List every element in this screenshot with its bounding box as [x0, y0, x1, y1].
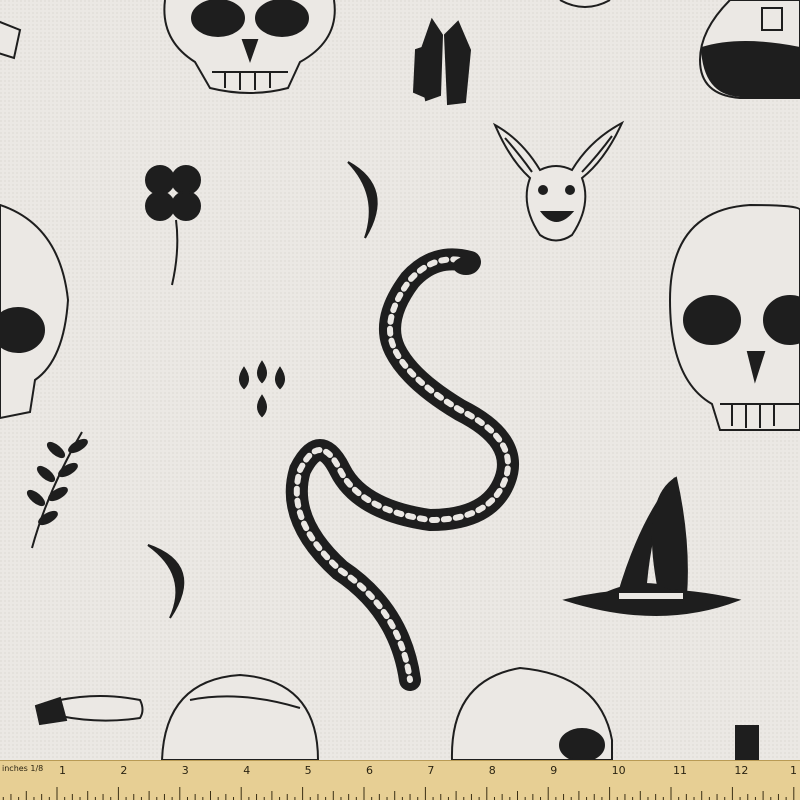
fabric-swatch: inches 1/8 1 2 3 4 5 6 7 8 9 10 11 12 1: [0, 0, 800, 800]
ruler-number: 1: [59, 764, 66, 777]
ruler-number: 1: [790, 764, 797, 777]
potion-bottle-icon: [735, 725, 759, 760]
ruler-number: 2: [120, 764, 128, 777]
ruler-number: 6: [366, 764, 373, 777]
fabric-pattern: [0, 0, 800, 760]
ruler-number: 12: [734, 764, 749, 777]
ruler-number: 5: [304, 764, 312, 777]
ruler-number: 4: [243, 764, 251, 777]
ruler-number: 11: [673, 764, 687, 777]
severed-finger-icon: [34, 695, 144, 726]
ruler-number: 8: [488, 764, 496, 777]
ruler-number: 7: [427, 764, 435, 777]
measuring-ruler: inches 1/8 1 2 3 4 5 6 7 8 9 10 11 12 1: [0, 760, 800, 800]
ruler-number: 3: [181, 764, 189, 777]
ruler-number: 9: [550, 764, 558, 777]
ruler-number: 10: [611, 764, 626, 777]
